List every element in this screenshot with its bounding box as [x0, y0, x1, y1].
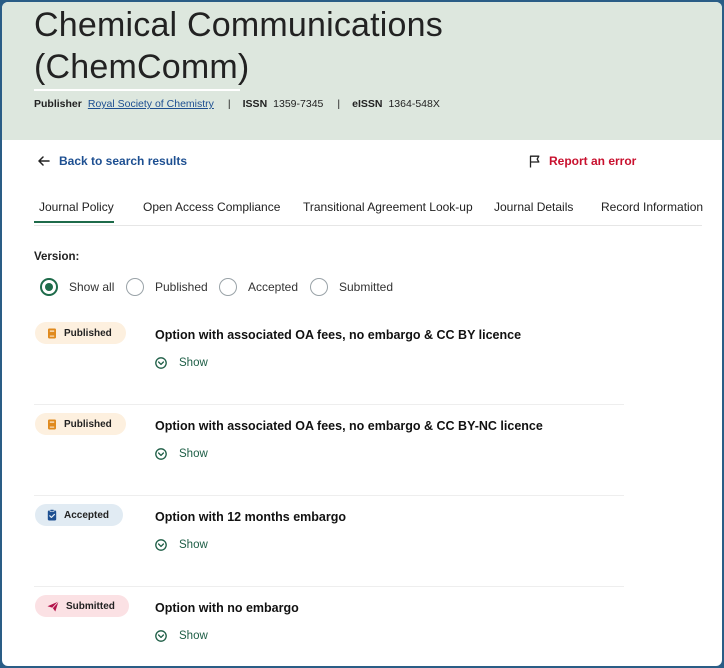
publisher-link[interactable]: Royal Society of Chemistry	[88, 98, 214, 110]
show-toggle[interactable]: Show	[155, 539, 208, 551]
tab-transitional-agreement[interactable]: Transitional Agreement Look-up	[303, 200, 473, 214]
badge-label: Submitted	[66, 600, 115, 612]
page-frame: Chemical Communications (ChemComm) Publi…	[2, 2, 722, 666]
policy-option: Published Option with associated OA fees…	[34, 405, 624, 496]
status-badge: Accepted	[35, 504, 124, 526]
radio-label: Accepted	[248, 280, 299, 294]
paper-plane-icon	[47, 600, 59, 611]
option-title: Option with associated OA fees, no embar…	[155, 328, 522, 342]
meta-separator: |	[337, 98, 341, 110]
radio-button[interactable]	[310, 278, 328, 296]
radio-label: Published	[155, 280, 208, 294]
chevron-down-circle-icon	[155, 448, 167, 460]
book-icon	[48, 328, 56, 338]
arrow-left-icon	[38, 156, 50, 166]
badge-label: Published	[64, 418, 112, 430]
meta-separator: |	[227, 98, 231, 110]
radio-label: Submitted	[339, 280, 394, 294]
radio-button[interactable]	[126, 278, 144, 296]
report-error-link[interactable]: Report an error	[529, 154, 636, 168]
tab-open-access-compliance[interactable]: Open Access Compliance	[143, 200, 280, 214]
page-title: Chemical Communications (ChemComm)	[34, 6, 443, 86]
radio-submitted[interactable]: Submitted	[310, 278, 393, 296]
issn-label: ISSN	[242, 98, 268, 110]
status-badge: Submitted	[35, 595, 129, 617]
publisher-label: Publisher	[34, 98, 82, 110]
radio-accepted[interactable]: Accepted	[219, 278, 298, 296]
policy-option: Published Option with associated OA fees…	[34, 314, 624, 405]
status-badge: Published	[35, 413, 126, 435]
badge-label: Published	[64, 327, 112, 339]
show-toggle[interactable]: Show	[155, 448, 208, 460]
issn-value: 1359-7345	[273, 98, 324, 110]
policy-option: Submitted Option with no embargo Show	[34, 587, 624, 666]
chevron-down-circle-icon	[155, 539, 167, 551]
chevron-down-circle-icon	[155, 630, 167, 642]
option-title: Option with no embargo	[155, 601, 299, 615]
tab-journal-policy[interactable]: Journal Policy	[39, 200, 114, 214]
journal-meta: Publisher Royal Society of Chemistry | I…	[34, 98, 440, 110]
clipboard-check-icon	[47, 509, 57, 521]
radio-button-checked[interactable]	[40, 278, 58, 296]
flag-icon	[529, 155, 540, 167]
show-label: Show	[179, 539, 208, 551]
badge-label: Accepted	[64, 509, 110, 521]
option-title: Option with 12 months embargo	[155, 510, 346, 524]
back-link-label: Back to search results	[59, 154, 188, 168]
radio-published[interactable]: Published	[126, 278, 208, 296]
tab-bar: Journal Policy Open Access Compliance Tr…	[34, 200, 703, 226]
active-tab-indicator	[34, 221, 114, 223]
radio-show-all[interactable]: Show all	[40, 278, 114, 296]
report-link-label: Report an error	[549, 154, 637, 168]
show-label: Show	[179, 357, 208, 369]
eissn-label: eISSN	[352, 98, 383, 110]
eissn-value: 1364-548X	[388, 98, 440, 110]
title-underline	[34, 89, 240, 91]
option-title: Option with associated OA fees, no embar…	[155, 419, 543, 433]
version-label: Version:	[34, 251, 80, 263]
show-label: Show	[179, 630, 208, 642]
show-label: Show	[179, 448, 208, 460]
chevron-down-circle-icon	[155, 357, 167, 369]
tab-record-information[interactable]: Record Information	[601, 200, 703, 214]
book-icon	[48, 419, 56, 429]
radio-label: Show all	[69, 280, 115, 294]
back-to-results-link[interactable]: Back to search results	[38, 154, 187, 168]
journal-header: Chemical Communications (ChemComm) Publi…	[2, 2, 722, 140]
status-badge: Published	[35, 322, 126, 344]
radio-button[interactable]	[219, 278, 237, 296]
policy-option: Accepted Option with 12 months embargo S…	[34, 496, 624, 587]
tab-journal-details[interactable]: Journal Details	[494, 200, 573, 214]
show-toggle[interactable]: Show	[155, 357, 208, 369]
show-toggle[interactable]: Show	[155, 630, 208, 642]
